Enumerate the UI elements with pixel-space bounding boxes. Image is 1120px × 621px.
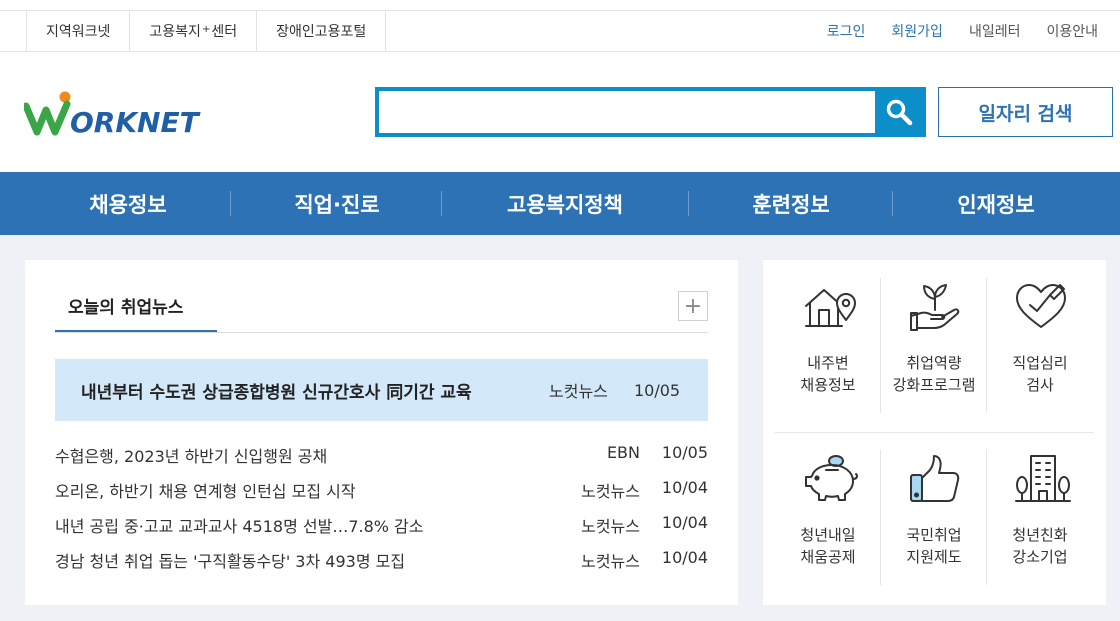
- main-navigation: 채용정보 직업·진로 고용복지정책 훈련정보 인재정보: [0, 172, 1120, 235]
- news-source: 노컷뉴스: [581, 552, 640, 571]
- link-text: 센터: [211, 24, 238, 40]
- link-text: 고용복지: [149, 24, 201, 40]
- top-utility-bar: 지역워크넷 고용복지 + 센터 장애인고용포털 로그인 회원가입 내일레터 이용안내: [0, 10, 1120, 52]
- login-link[interactable]: 로그인: [827, 21, 866, 41]
- featured-news-item[interactable]: 내년부터 수도권 상급종합병원 신규간호사 同기간 교육 노컷뉴스 10/05: [55, 359, 708, 421]
- news-title: 경남 청년 취업 돕는 '구직활동수당' 3차 493명 모집: [55, 552, 406, 571]
- top-link-disability-portal[interactable]: 장애인고용포털: [257, 11, 387, 51]
- nav-item-job-info[interactable]: 채용정보: [28, 172, 228, 235]
- featured-news-source: 노컷뉴스: [549, 382, 608, 401]
- news-title: 수협은행, 2023년 하반기 신입행원 공채: [55, 447, 328, 466]
- search-icon: [886, 99, 912, 126]
- nav-item-career[interactable]: 직업·진로: [234, 172, 440, 235]
- news-source: EBN: [606, 443, 640, 462]
- worknet-logo[interactable]: ORKNET: [22, 88, 220, 139]
- job-search-button[interactable]: 일자리 검색: [938, 87, 1113, 137]
- quick-menu-label: 내주변 채용정보: [800, 354, 856, 394]
- thumbs-up-icon: [910, 455, 960, 502]
- quick-menu-label: 국민취업 지원제도: [906, 526, 962, 566]
- quick-menu-label: 청년내일 채움공제: [800, 526, 856, 566]
- news-panel: 오늘의 취업뉴스 + 내년부터 수도권 상급종합병원 신규간호사 同기간 교육 …: [25, 260, 738, 605]
- quick-youth-friendly-company[interactable]: 청년친화 강소기업: [987, 432, 1093, 582]
- news-more-button[interactable]: +: [678, 291, 708, 321]
- quick-nearby-jobs[interactable]: 내주변 채용정보: [775, 260, 881, 410]
- top-link-regional-worknet[interactable]: 지역워크넷: [27, 11, 131, 51]
- search-button[interactable]: [875, 91, 922, 133]
- nav-divider: [441, 191, 442, 216]
- news-date: 10/04: [661, 548, 708, 567]
- signup-link[interactable]: 회원가입: [891, 21, 943, 41]
- news-tab-divider: [55, 332, 708, 333]
- featured-news-title: 내년부터 수도권 상급종합병원 신규간호사 同기간 교육: [81, 382, 472, 403]
- search-input[interactable]: [379, 91, 875, 133]
- nav-divider: [892, 191, 893, 216]
- logo-text: ORKNET: [70, 106, 201, 138]
- quick-menu-label: 직업심리 검사: [1012, 354, 1068, 394]
- quick-vocational-test[interactable]: 직업심리 검사: [987, 260, 1093, 410]
- sprout-hand-icon: [910, 284, 960, 331]
- piggy-bank-icon: [805, 455, 858, 501]
- news-date: 10/05: [661, 443, 708, 462]
- search-box: [375, 87, 926, 137]
- top-link-employment-welfare-center[interactable]: 고용복지 + 센터: [130, 11, 258, 51]
- news-list-item[interactable]: 경남 청년 취업 돕는 '구직활동수당' 3차 493명 모집 노컷뉴스 10/…: [55, 545, 708, 573]
- news-list-item[interactable]: 내년 공립 중·고교 교과교사 4518명 선발…7.8% 감소 노컷뉴스 10…: [55, 510, 708, 538]
- heart-check-icon: [1016, 284, 1066, 328]
- nav-item-talent[interactable]: 인재정보: [896, 172, 1096, 235]
- featured-news-date: 10/05: [634, 380, 681, 400]
- top-right-links: 로그인 회원가입 내일레터 이용안내: [827, 11, 1098, 51]
- building-icon: [1015, 455, 1071, 502]
- quick-youth-savings[interactable]: 청년내일 채움공제: [775, 432, 881, 582]
- news-list-item[interactable]: 오리온, 하반기 채용 연계형 인턴십 모집 시작 노컷뉴스 10/04: [55, 475, 708, 503]
- link-text-sup: +: [201, 23, 211, 35]
- quick-menu-label: 청년친화 강소기업: [1012, 526, 1068, 566]
- quick-menu-label: 취업역량 강화프로그램: [892, 354, 976, 394]
- quick-national-employment-support[interactable]: 국민취업 지원제도: [881, 432, 987, 582]
- top-left-links: 지역워크넷 고용복지 + 센터 장애인고용포털: [26, 11, 387, 51]
- worknet-logo-graphic: ORKNET: [22, 91, 201, 139]
- nav-divider: [688, 191, 689, 216]
- news-title: 오리온, 하반기 채용 연계형 인턴십 모집 시작: [55, 482, 356, 501]
- user-guide-link[interactable]: 이용안내: [1046, 21, 1098, 41]
- naeil-letter-link[interactable]: 내일레터: [969, 21, 1021, 41]
- house-location-icon: [805, 289, 856, 327]
- news-title: 내년 공립 중·고교 교과교사 4518명 선발…7.8% 감소: [55, 517, 424, 536]
- nav-item-welfare-policy[interactable]: 고용복지정책: [444, 172, 686, 235]
- news-date: 10/04: [661, 478, 708, 497]
- news-date: 10/04: [661, 513, 708, 532]
- tab-today-job-news[interactable]: 오늘의 취업뉴스: [55, 280, 217, 332]
- news-source: 노컷뉴스: [581, 482, 640, 501]
- nav-divider: [230, 191, 231, 216]
- news-list-item[interactable]: 수협은행, 2023년 하반기 신입행원 공채 EBN 10/05: [55, 440, 708, 468]
- nav-item-training[interactable]: 훈련정보: [692, 172, 890, 235]
- quick-employability-program[interactable]: 취업역량 강화프로그램: [881, 260, 987, 410]
- quick-menu-panel: 내주변 채용정보 취업역량 강화프로그램 직업심리 검사 청년내일 채움공제 국…: [763, 260, 1106, 605]
- news-source: 노컷뉴스: [581, 517, 640, 536]
